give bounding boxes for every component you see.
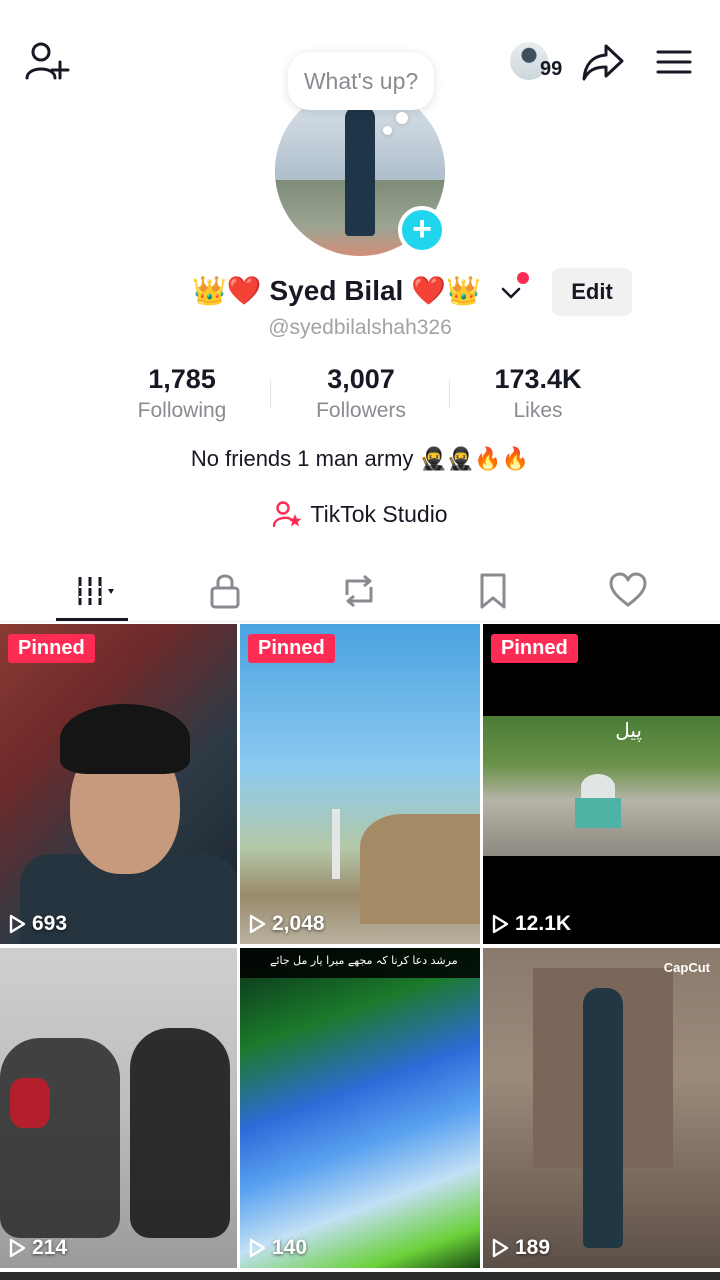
tab-videos[interactable] <box>58 560 138 622</box>
view-count: 189 <box>491 1236 550 1260</box>
stat-value: 1,785 <box>148 364 216 394</box>
tab-reposts[interactable] <box>319 560 399 622</box>
tiktok-studio-link[interactable]: TikTok Studio <box>0 500 720 533</box>
play-icon <box>9 914 26 934</box>
stat-value: 173.4K <box>494 364 582 394</box>
edit-profile-button[interactable]: Edit <box>552 268 632 316</box>
view-count: 140 <box>248 1236 307 1260</box>
pinned-badge: Pinned <box>248 634 335 663</box>
add-friend-button[interactable] <box>24 40 70 82</box>
view-count: 12.1K <box>491 912 571 936</box>
thumb-shape <box>10 1078 50 1128</box>
thumb-shape <box>583 988 623 1248</box>
stat-followers[interactable]: 3,007 Followers <box>271 364 451 423</box>
thumb-shape <box>60 704 190 774</box>
pinned-badge: Pinned <box>8 634 95 663</box>
video-tile[interactable]: CapCut 189 <box>483 948 720 1268</box>
thumb-shape <box>581 774 615 800</box>
display-name[interactable]: 👑❤️ Syed Bilal ❤️👑 <box>192 274 481 307</box>
thumb-shape <box>130 1028 230 1238</box>
view-count-text: 2,048 <box>272 912 325 935</box>
tab-liked[interactable] <box>588 560 668 622</box>
friends-count: 99 <box>540 58 563 80</box>
notification-dot <box>517 272 529 284</box>
avatar-person <box>345 106 375 236</box>
menu-button[interactable] <box>652 40 696 84</box>
view-count: 693 <box>8 912 67 936</box>
view-count-text: 693 <box>32 912 68 935</box>
video-tile[interactable]: پیل Pinned 12.1K <box>483 624 720 944</box>
add-story-plus-icon[interactable]: + <box>398 206 446 254</box>
play-icon <box>249 914 266 934</box>
video-tile[interactable]: مرشد دعا کرنا کہ مجھے میرا یار مل جائے 1… <box>240 948 480 1268</box>
view-count: 2,048 <box>248 912 325 936</box>
stat-value: 3,007 <box>327 364 395 394</box>
stat-label: Following <box>137 399 227 422</box>
video-tile[interactable]: Pinned 2,048 <box>240 624 480 944</box>
profile-tabs <box>0 560 720 622</box>
repost-icon <box>345 574 373 608</box>
stat-label: Followers <box>316 399 406 422</box>
video-tile[interactable]: Pinned 693 <box>0 624 237 944</box>
stat-label: Likes <box>513 399 563 422</box>
capcut-watermark: CapCut <box>663 960 710 975</box>
chevron-down-icon[interactable] <box>498 280 524 306</box>
active-tab-indicator <box>56 618 128 621</box>
view-count-text: 140 <box>272 1236 308 1259</box>
thumb-shape <box>360 814 480 924</box>
play-icon <box>492 914 509 934</box>
status-bubble[interactable]: What's up? <box>288 52 434 110</box>
play-icon <box>492 1238 509 1258</box>
next-row-peek <box>0 1272 720 1280</box>
view-count-text: 214 <box>32 1236 68 1259</box>
thumb-shape <box>575 798 621 828</box>
profile-bio: No friends 1 man army 🥷🥷🔥🔥 <box>190 446 530 471</box>
heart-icon <box>609 572 647 607</box>
studio-label: TikTok Studio <box>310 500 448 527</box>
stat-likes[interactable]: 173.4K Likes <box>448 364 628 423</box>
hamburger-menu-icon <box>656 50 692 74</box>
thumb-shape <box>0 1038 120 1238</box>
share-button[interactable] <box>580 40 626 84</box>
lock-icon <box>210 574 240 609</box>
bubble-tail-dot <box>396 112 408 124</box>
view-count: 214 <box>8 1236 67 1260</box>
name-row: 👑❤️ Syed Bilal ❤️👑 Edit <box>0 268 720 316</box>
studio-inner: TikTok Studio <box>272 500 448 528</box>
play-icon <box>9 1238 26 1258</box>
pinned-badge: Pinned <box>491 634 578 663</box>
thumb-caption: مرشد دعا کرنا کہ مجھے میرا یار مل جائے <box>270 954 458 967</box>
grid-videos-icon <box>78 577 114 605</box>
view-count-text: 189 <box>515 1236 551 1259</box>
friends-activity[interactable]: 99 <box>508 40 572 84</box>
bookmark-icon <box>480 573 506 609</box>
share-arrow-icon <box>582 44 624 81</box>
tab-favorites[interactable] <box>453 560 533 622</box>
tab-private[interactable] <box>185 560 265 622</box>
view-count-text: 12.1K <box>515 912 572 935</box>
thumb-caption: پیل <box>615 718 642 742</box>
play-icon <box>249 1238 266 1258</box>
studio-person-star-icon <box>273 501 302 528</box>
thumb-shape <box>332 809 340 879</box>
username: @syedbilalshah326 <box>268 316 452 339</box>
stat-following[interactable]: 1,785 Following <box>92 364 272 423</box>
video-tile[interactable]: 214 <box>0 948 237 1268</box>
person-plus-icon <box>25 42 70 80</box>
bubble-tail-dot-small <box>383 126 392 135</box>
